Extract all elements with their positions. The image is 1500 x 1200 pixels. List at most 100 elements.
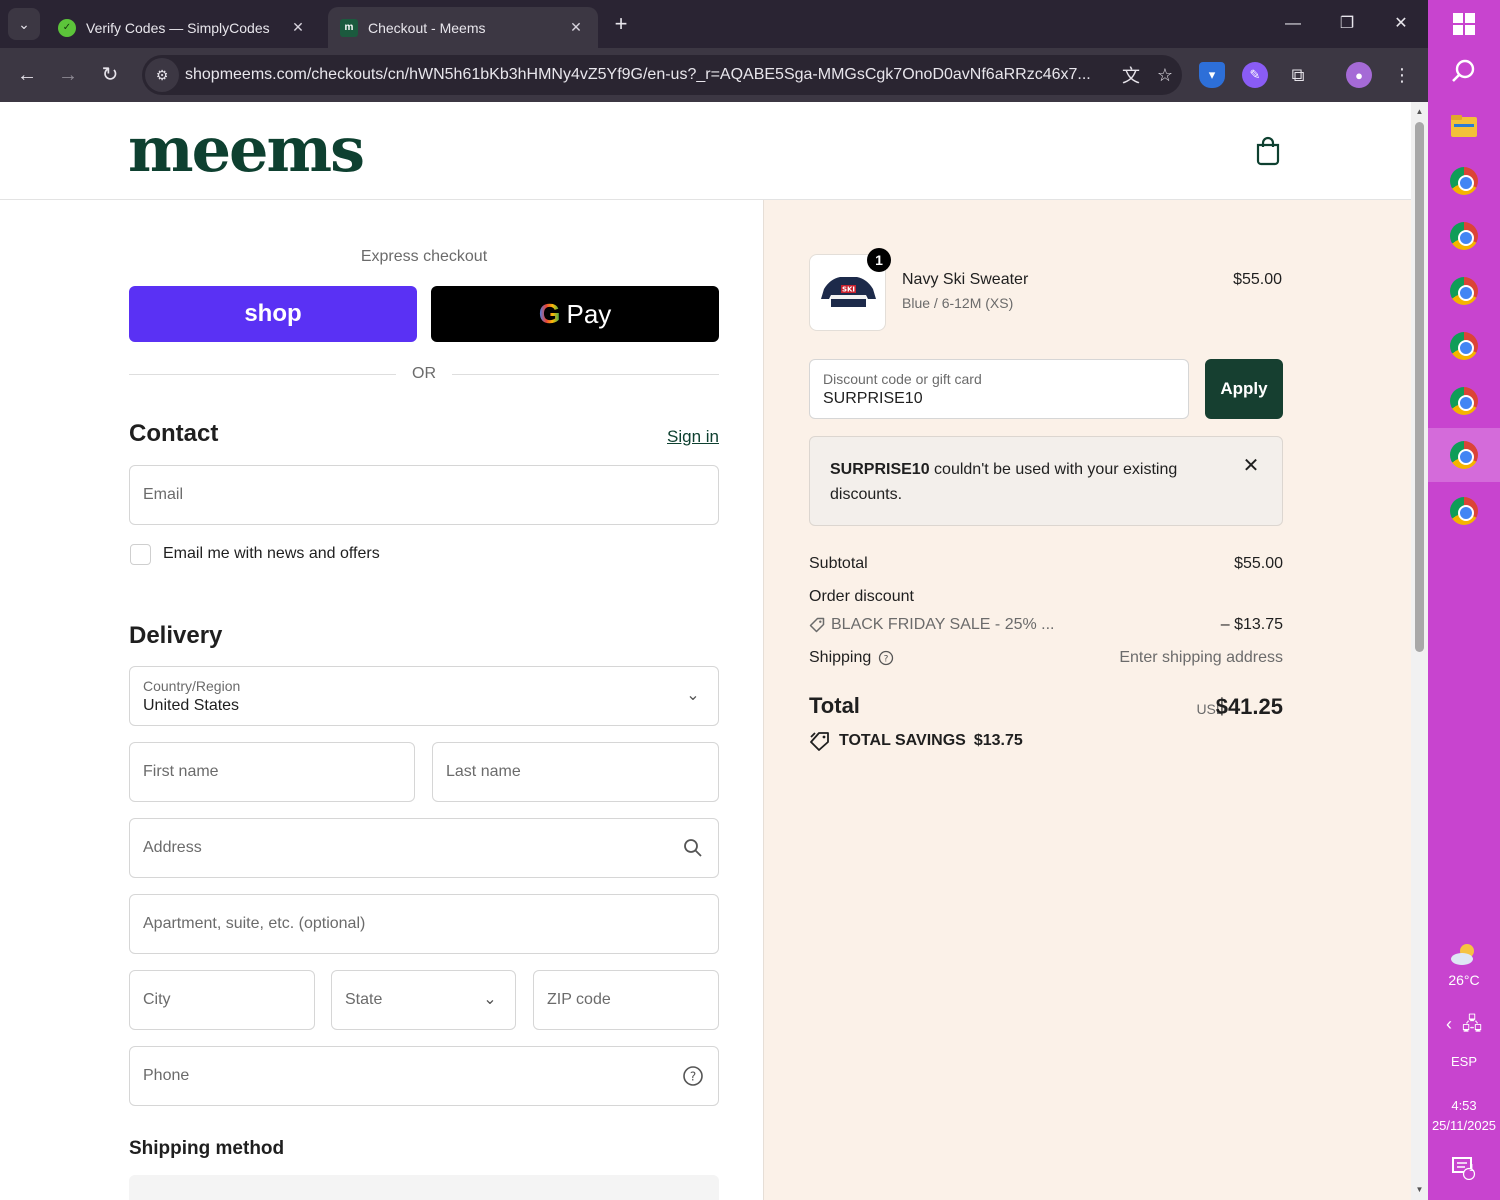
apartment-field[interactable]: Apartment, suite, etc. (optional) — [129, 894, 719, 954]
restore-button[interactable]: ❐ — [1332, 10, 1362, 38]
country-select[interactable]: Country/Region United States ⌄ — [129, 666, 719, 726]
state-select[interactable]: State ⌄ — [331, 970, 516, 1030]
search-icon[interactable] — [1428, 56, 1500, 86]
new-tab-button[interactable]: + — [608, 12, 634, 38]
weather-icon[interactable] — [1428, 940, 1500, 968]
email-field[interactable]: Email — [129, 465, 719, 525]
clock-time[interactable]: 4:53 — [1428, 1096, 1500, 1114]
google-g-icon: G — [538, 298, 561, 329]
browser-menu-icon[interactable]: ⋮ — [1389, 62, 1415, 88]
translate-icon[interactable]: 文 — [1114, 62, 1148, 88]
google-pay-button[interactable]: G Pay — [431, 286, 719, 342]
shipping-row-label: Shipping ? — [809, 649, 894, 667]
total-savings: TOTAL SAVINGS $13.75 — [809, 731, 1023, 751]
meems-favicon: m — [340, 18, 358, 37]
product-variant: Blue / 6-12M (XS) — [902, 295, 1014, 311]
puzzle-extensions-icon[interactable]: ⧉ — [1285, 62, 1311, 88]
tag-icon — [809, 617, 825, 633]
zip-code-field[interactable]: ZIP code — [533, 970, 719, 1030]
scroll-up-arrow-icon[interactable]: ▲ — [1411, 104, 1428, 120]
or-divider: OR — [129, 362, 719, 386]
last-name-placeholder: Last name — [446, 763, 521, 780]
or-label: OR — [412, 365, 436, 382]
address-bar[interactable]: ⚙ shopmeems.com/checkouts/cn/hWN5h61bKb3… — [142, 55, 1182, 95]
chrome-profile-icon[interactable] — [1428, 331, 1500, 361]
close-icon[interactable]: ✕ — [1240, 455, 1262, 477]
help-icon[interactable]: ? — [682, 1065, 704, 1087]
first-name-field[interactable]: First name — [129, 742, 415, 802]
apartment-placeholder: Apartment, suite, etc. (optional) — [143, 915, 366, 932]
apply-discount-button[interactable]: Apply — [1205, 359, 1283, 419]
tab-search-button[interactable]: ⌄ — [8, 8, 40, 40]
newsletter-option[interactable]: Email me with news and offers — [130, 542, 380, 566]
express-checkout-title: Express checkout — [360, 248, 488, 265]
product-price: $55.00 — [1233, 271, 1282, 288]
close-tab-icon[interactable]: ✕ — [288, 19, 308, 36]
close-window-button[interactable]: ✕ — [1386, 10, 1416, 38]
browser-tab-bar: ⌄ ✓ Verify Codes — SimplyCodes ✕ m Check… — [0, 0, 1428, 48]
page-scrollbar[interactable]: ▲ ▼ — [1411, 102, 1428, 1200]
newsletter-checkbox[interactable] — [130, 543, 151, 565]
tab-meems-checkout[interactable]: m Checkout - Meems ✕ — [328, 7, 598, 48]
close-tab-icon[interactable]: ✕ — [566, 19, 586, 36]
show-hidden-icons-icon[interactable]: ‹ 🖧 — [1428, 1014, 1500, 1038]
address-field[interactable]: Address — [129, 818, 719, 878]
savings-label: TOTAL SAVINGS — [839, 732, 966, 749]
scrollbar-thumb[interactable] — [1415, 122, 1424, 652]
shop-pay-button[interactable]: shop — [129, 286, 417, 342]
input-language[interactable]: ESP — [1428, 1051, 1500, 1071]
error-code: SURPRISE10 — [830, 461, 930, 478]
subtotal-value: $55.00 — [1234, 555, 1283, 572]
chrome-profile-icon[interactable] — [1428, 221, 1500, 251]
bookmark-star-icon[interactable]: ☆ — [1148, 65, 1182, 86]
reload-button[interactable]: ↻ — [95, 60, 125, 90]
last-name-field[interactable]: Last name — [432, 742, 719, 802]
city-field[interactable]: City — [129, 970, 315, 1030]
chrome-profile-icon-active[interactable] — [1428, 428, 1500, 482]
country-value: United States — [143, 697, 240, 714]
extension-icon[interactable]: ✎ — [1242, 62, 1268, 88]
savings-tag-icon — [810, 732, 829, 751]
tab-title: Checkout - Meems — [368, 19, 486, 36]
chrome-profile-icon[interactable] — [1428, 496, 1500, 526]
meems-logo[interactable]: meems — [128, 116, 365, 184]
discount-name-row: BLACK FRIDAY SALE - 25% ... — [809, 616, 1055, 634]
search-icon[interactable] — [682, 837, 704, 859]
back-button[interactable]: ← — [12, 60, 42, 90]
address-placeholder: Address — [143, 839, 202, 856]
help-icon[interactable]: ? — [878, 650, 894, 666]
total-value: $41.25 — [1215, 694, 1283, 719]
shipping-method-placeholder — [129, 1175, 719, 1200]
shield-extension-icon[interactable]: ▾ — [1199, 62, 1225, 88]
notifications-icon[interactable]: 1 — [1428, 1154, 1500, 1182]
chrome-icon[interactable] — [1428, 166, 1500, 196]
sign-in-link[interactable]: Sign in — [640, 427, 719, 447]
profile-avatar[interactable]: ● — [1346, 62, 1372, 88]
site-info-icon[interactable]: ⚙ — [145, 58, 179, 92]
city-placeholder: City — [143, 991, 171, 1008]
chrome-profile-icon[interactable] — [1428, 386, 1500, 416]
quantity-badge: 1 — [867, 248, 891, 272]
chrome-profile-icon[interactable] — [1428, 276, 1500, 306]
minimize-button[interactable]: — — [1278, 10, 1308, 38]
windows-start-icon[interactable] — [1428, 10, 1500, 38]
url-text[interactable]: shopmeems.com/checkouts/cn/hWN5h61bKb3hH… — [185, 66, 1114, 84]
phone-field[interactable]: Phone ? — [129, 1046, 719, 1106]
discount-label: Discount code or gift card — [823, 371, 982, 387]
shipping-method-heading: Shipping method — [129, 1138, 285, 1159]
shopping-bag-icon[interactable] — [1255, 136, 1281, 166]
product-name: Navy Ski Sweater — [902, 271, 1029, 288]
clock-date[interactable]: 25/11/2025 — [1428, 1116, 1500, 1134]
file-explorer-icon[interactable] — [1428, 112, 1500, 140]
zip-placeholder: ZIP code — [547, 991, 611, 1008]
forward-button[interactable]: → — [53, 60, 83, 90]
phone-placeholder: Phone — [143, 1067, 190, 1084]
discount-code-field[interactable]: Discount code or gift card SURPRISE10 — [809, 359, 1189, 419]
savings-value: $13.75 — [973, 732, 1023, 749]
scroll-down-arrow-icon[interactable]: ▼ — [1411, 1182, 1428, 1198]
email-placeholder: Email — [143, 486, 184, 503]
weather-temp[interactable]: 26°C — [1428, 970, 1500, 990]
shipping-label: Shipping — [809, 649, 872, 666]
tab-simplycodes[interactable]: ✓ Verify Codes — SimplyCodes ✕ — [46, 7, 320, 48]
windows-taskbar: 26°C ‹ 🖧 ESP 4:53 25/11/2025 1 — [1428, 0, 1500, 1200]
